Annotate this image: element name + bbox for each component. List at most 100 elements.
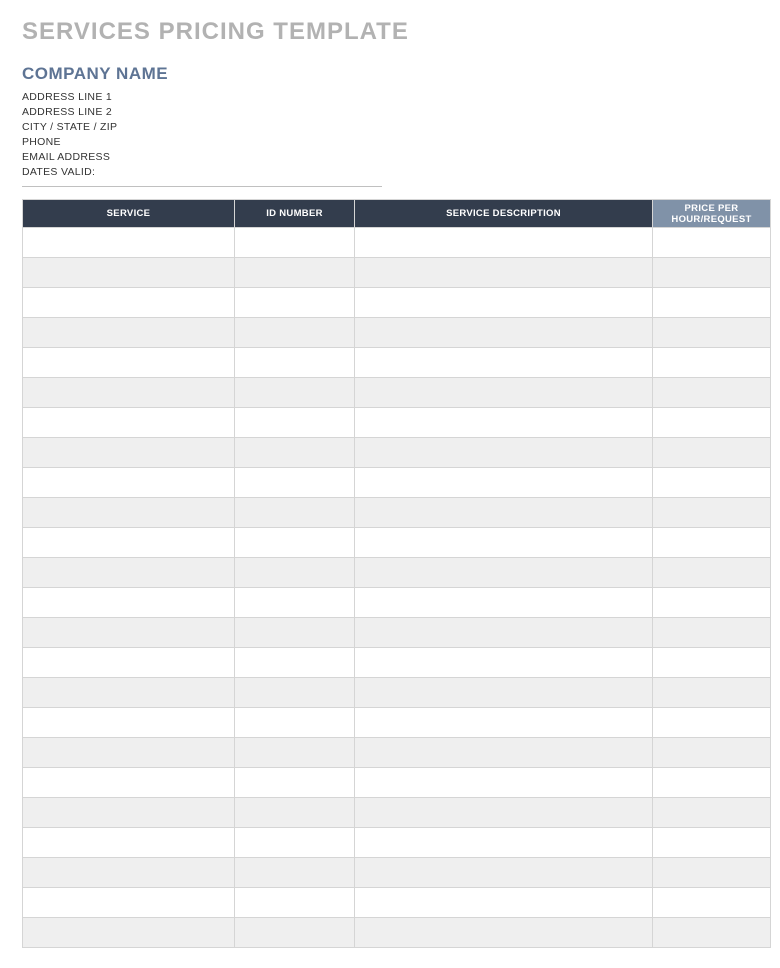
cell-description[interactable] — [355, 798, 653, 828]
cell-price[interactable] — [653, 498, 771, 528]
cell-description[interactable] — [355, 768, 653, 798]
cell-service[interactable] — [23, 258, 235, 288]
cell-id_number[interactable] — [235, 678, 355, 708]
cell-service[interactable] — [23, 288, 235, 318]
cell-description[interactable] — [355, 558, 653, 588]
cell-description[interactable] — [355, 258, 653, 288]
cell-description[interactable] — [355, 228, 653, 258]
table-header-row: SERVICE ID NUMBER SERVICE DESCRIPTION PR… — [23, 200, 771, 228]
cell-service[interactable] — [23, 618, 235, 648]
cell-price[interactable] — [653, 468, 771, 498]
cell-id_number[interactable] — [235, 708, 355, 738]
cell-id_number[interactable] — [235, 528, 355, 558]
cell-description[interactable] — [355, 678, 653, 708]
cell-price[interactable] — [653, 858, 771, 888]
table-row — [23, 528, 771, 558]
cell-id_number[interactable] — [235, 888, 355, 918]
cell-service[interactable] — [23, 558, 235, 588]
table-row — [23, 768, 771, 798]
cell-service[interactable] — [23, 348, 235, 378]
cell-id_number[interactable] — [235, 558, 355, 588]
cell-service[interactable] — [23, 708, 235, 738]
cell-id_number[interactable] — [235, 738, 355, 768]
cell-id_number[interactable] — [235, 828, 355, 858]
cell-id_number[interactable] — [235, 798, 355, 828]
table-row — [23, 738, 771, 768]
cell-service[interactable] — [23, 528, 235, 558]
cell-service[interactable] — [23, 768, 235, 798]
cell-id_number[interactable] — [235, 258, 355, 288]
cell-id_number[interactable] — [235, 288, 355, 318]
cell-description[interactable] — [355, 318, 653, 348]
cell-id_number[interactable] — [235, 618, 355, 648]
cell-description[interactable] — [355, 438, 653, 468]
cell-service[interactable] — [23, 828, 235, 858]
cell-description[interactable] — [355, 738, 653, 768]
cell-service[interactable] — [23, 858, 235, 888]
cell-service[interactable] — [23, 648, 235, 678]
col-header-description: SERVICE DESCRIPTION — [355, 200, 653, 228]
cell-id_number[interactable] — [235, 318, 355, 348]
cell-service[interactable] — [23, 468, 235, 498]
cell-id_number[interactable] — [235, 588, 355, 618]
cell-service[interactable] — [23, 318, 235, 348]
cell-description[interactable] — [355, 288, 653, 318]
cell-id_number[interactable] — [235, 858, 355, 888]
company-info-block: ADDRESS LINE 1 ADDRESS LINE 2 CITY / STA… — [22, 90, 382, 187]
cell-price[interactable] — [653, 738, 771, 768]
cell-id_number[interactable] — [235, 228, 355, 258]
cell-price[interactable] — [653, 288, 771, 318]
cell-price[interactable] — [653, 228, 771, 258]
cell-description[interactable] — [355, 618, 653, 648]
cell-price[interactable] — [653, 438, 771, 468]
cell-service[interactable] — [23, 378, 235, 408]
cell-id_number[interactable] — [235, 648, 355, 678]
cell-price[interactable] — [653, 528, 771, 558]
cell-price[interactable] — [653, 408, 771, 438]
cell-price[interactable] — [653, 618, 771, 648]
cell-description[interactable] — [355, 648, 653, 678]
cell-price[interactable] — [653, 768, 771, 798]
cell-service[interactable] — [23, 888, 235, 918]
cell-description[interactable] — [355, 348, 653, 378]
cell-description[interactable] — [355, 588, 653, 618]
cell-price[interactable] — [653, 888, 771, 918]
cell-service[interactable] — [23, 438, 235, 468]
cell-service[interactable] — [23, 498, 235, 528]
cell-description[interactable] — [355, 468, 653, 498]
cell-price[interactable] — [653, 798, 771, 828]
cell-service[interactable] — [23, 738, 235, 768]
cell-description[interactable] — [355, 498, 653, 528]
cell-id_number[interactable] — [235, 438, 355, 468]
cell-id_number[interactable] — [235, 768, 355, 798]
cell-description[interactable] — [355, 828, 653, 858]
cell-description[interactable] — [355, 888, 653, 918]
cell-price[interactable] — [653, 708, 771, 738]
cell-price[interactable] — [653, 348, 771, 378]
cell-description[interactable] — [355, 708, 653, 738]
table-row — [23, 288, 771, 318]
cell-id_number[interactable] — [235, 498, 355, 528]
cell-price[interactable] — [653, 648, 771, 678]
table-row — [23, 648, 771, 678]
cell-service[interactable] — [23, 408, 235, 438]
cell-price[interactable] — [653, 678, 771, 708]
cell-id_number[interactable] — [235, 468, 355, 498]
cell-description[interactable] — [355, 378, 653, 408]
cell-service[interactable] — [23, 798, 235, 828]
cell-service[interactable] — [23, 678, 235, 708]
cell-service[interactable] — [23, 228, 235, 258]
cell-id_number[interactable] — [235, 408, 355, 438]
cell-price[interactable] — [653, 828, 771, 858]
cell-description[interactable] — [355, 408, 653, 438]
cell-price[interactable] — [653, 318, 771, 348]
cell-id_number[interactable] — [235, 348, 355, 378]
cell-id_number[interactable] — [235, 378, 355, 408]
cell-price[interactable] — [653, 558, 771, 588]
cell-price[interactable] — [653, 258, 771, 288]
cell-description[interactable] — [355, 858, 653, 888]
cell-description[interactable] — [355, 528, 653, 558]
cell-price[interactable] — [653, 588, 771, 618]
cell-price[interactable] — [653, 378, 771, 408]
cell-service[interactable] — [23, 588, 235, 618]
